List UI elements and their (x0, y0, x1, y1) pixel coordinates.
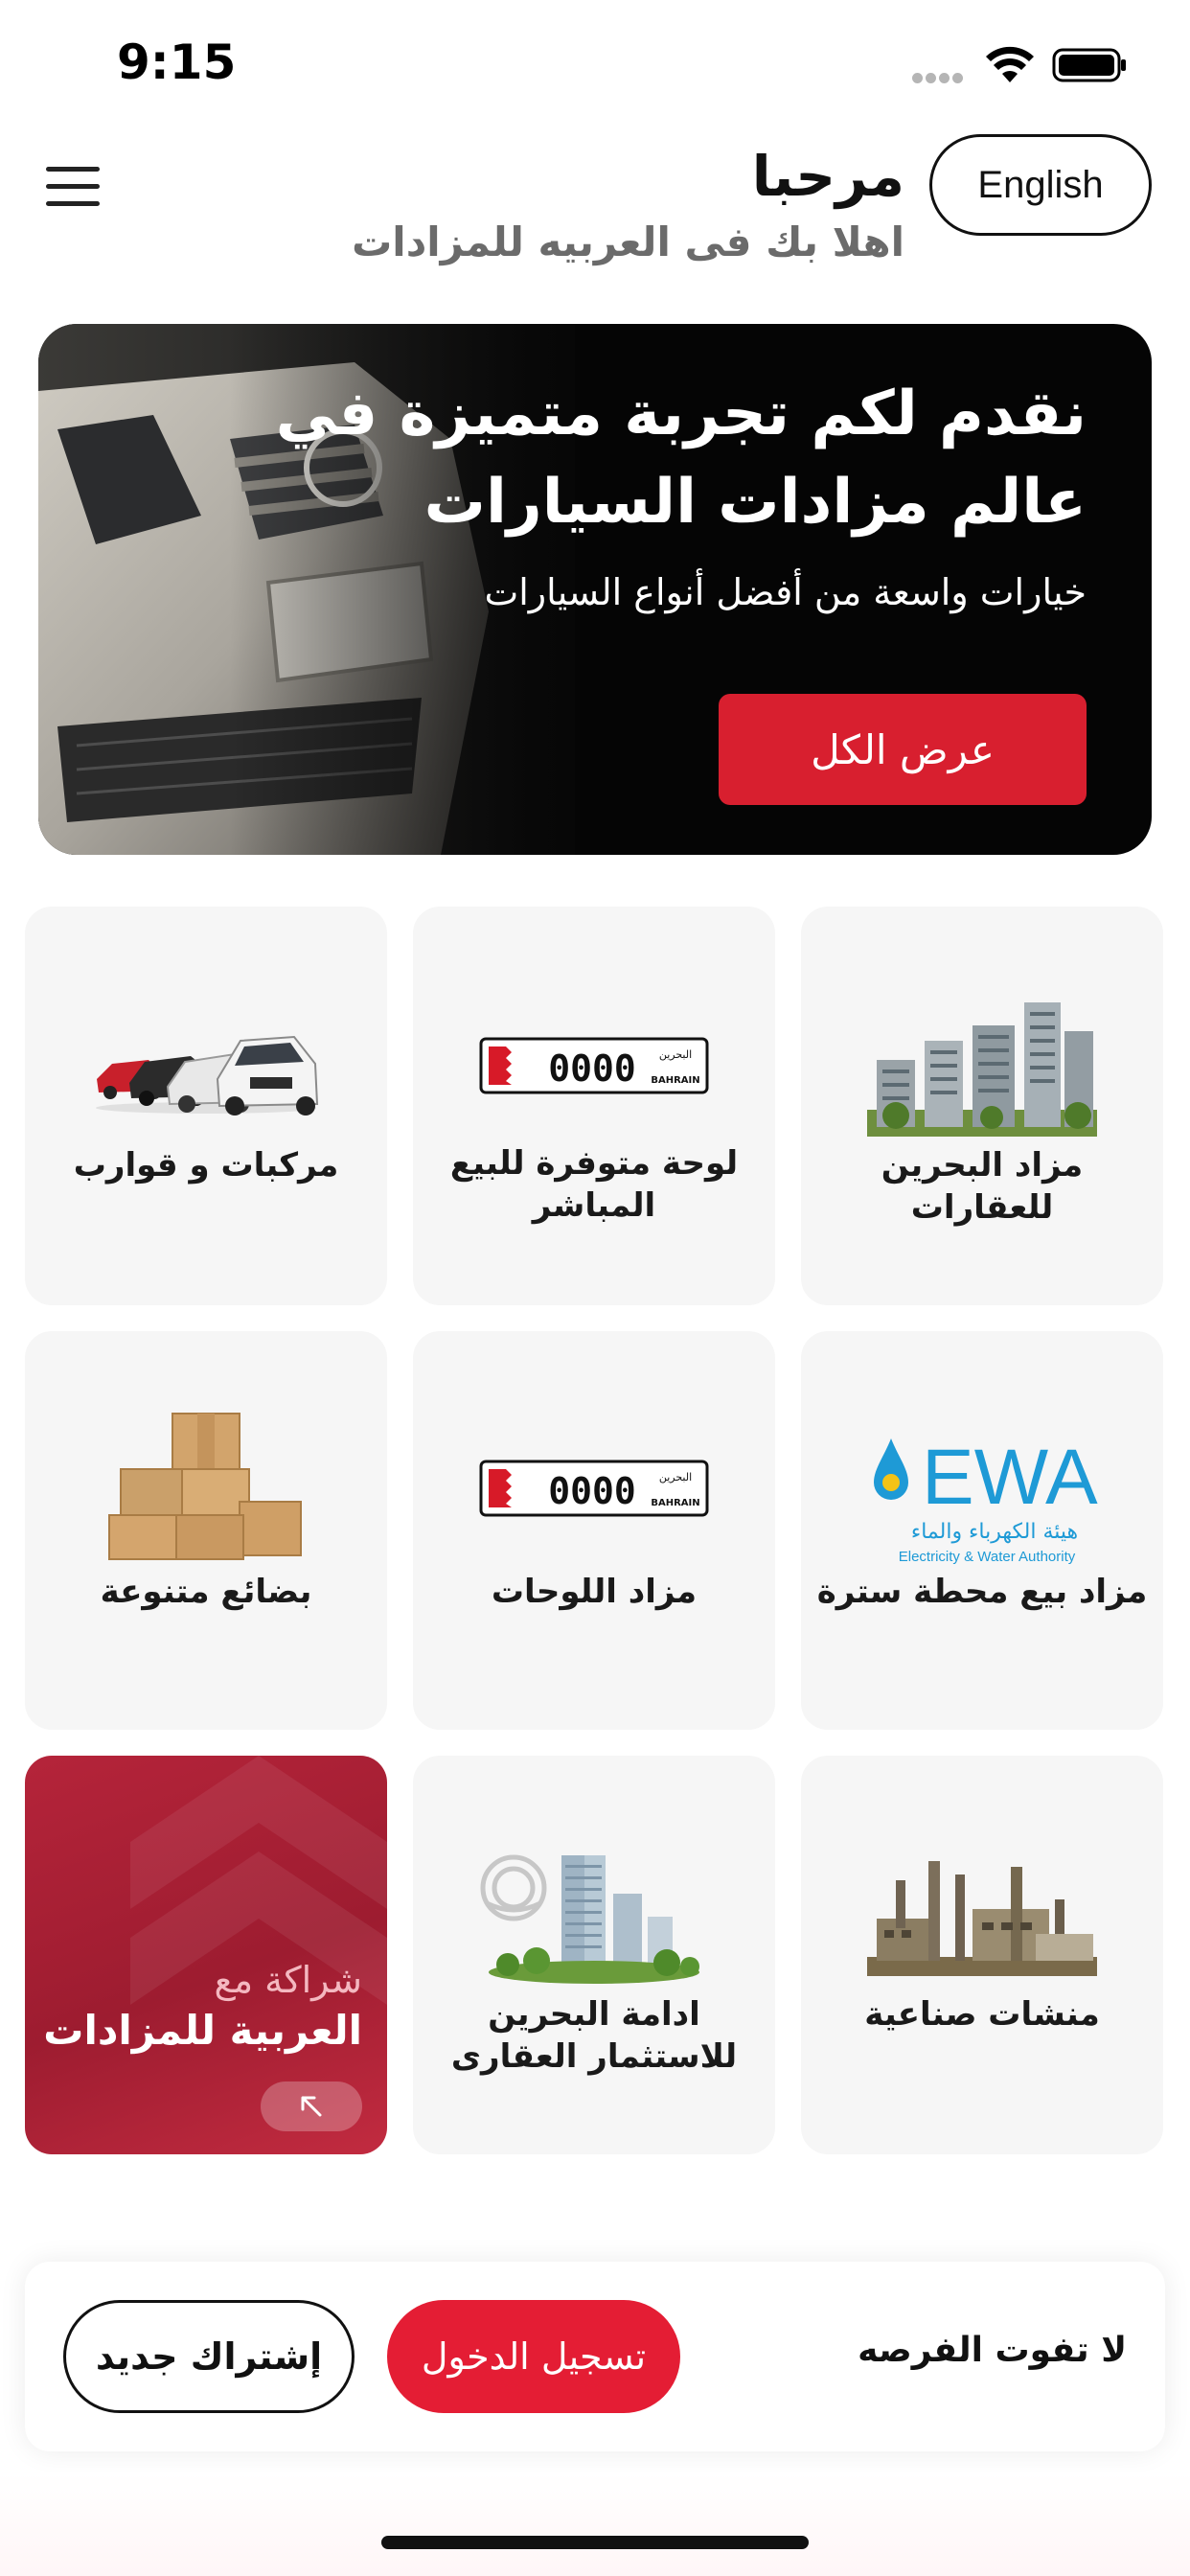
signal-icon (912, 69, 970, 83)
ewa-english: Electricity & Water Authority (899, 1549, 1076, 1565)
category-card-goods[interactable]: بضائع متنوعة (25, 1331, 387, 1730)
view-all-button[interactable]: عرض الكل (719, 694, 1087, 805)
page-title: مرحبا (751, 144, 904, 209)
category-label: منشات صناعية (864, 1995, 1100, 2034)
hero-banner: نقدم لكم تجربة متميزة في عالم مزادات الس… (38, 324, 1152, 855)
category-label: لوحة متوفرة للبيع المباشر (449, 1144, 739, 1225)
page-subtitle: اهلا بك فى العربيه للمزادات (352, 218, 904, 265)
category-card-edamah[interactable]: ادامة البحرين للاستثمار العقارى (413, 1756, 775, 2154)
ewa-brand: EWA (922, 1434, 1098, 1521)
category-label: ادامة البحرين للاستثمار العقارى (450, 1995, 738, 2076)
bottom-fade (0, 2472, 1190, 2576)
plate-country-ar: البحرين (659, 1471, 692, 1484)
category-card-plates-auction[interactable]: 0000 البحرين BAHRAIN مزاد اللوحات (413, 1331, 775, 1730)
partner-card[interactable]: شراكة مع العربية للمزادات (25, 1756, 387, 2154)
plate-number: 0000 (548, 1470, 636, 1512)
category-label: مزاد البحرين للعقارات (881, 1146, 1084, 1227)
dont-miss-text: لا تفوت الفرصه (858, 2331, 1127, 2370)
arrow-up-left-icon[interactable] (261, 2082, 362, 2131)
hamburger-menu-icon[interactable] (46, 167, 100, 211)
battery-icon (1052, 48, 1126, 82)
bottom-action-bar: لا تفوت الفرصه تسجيل الدخول إشتراك جديد (25, 2262, 1165, 2451)
category-label: مزاد اللوحات (491, 1573, 698, 1611)
boxes-icon (25, 1410, 387, 1563)
language-button[interactable]: English (929, 134, 1152, 236)
hero-title: نقدم لكم تجربة متميزة في عالم مزادات الس… (275, 379, 1087, 538)
status-bar: 9:15 (0, 0, 1190, 125)
category-grid: مزاد البحرين للعقارات 0000 البحرين BAHRA… (25, 907, 1165, 2154)
plate-country-en: BAHRAIN (651, 1075, 699, 1086)
category-card-sitra-station[interactable]: EWA هيئة الكهرباء والماء Electricity & W… (801, 1331, 1163, 1730)
plate-country-ar: البحرين (659, 1048, 692, 1061)
category-label: بضائع متنوعة (100, 1573, 312, 1611)
wifi-icon (986, 46, 1034, 82)
buildings-icon (801, 1002, 1163, 1137)
category-card-vehicles[interactable]: مركبات و قوارب (25, 907, 387, 1305)
category-label: مركبات و قوارب (73, 1146, 339, 1184)
license-plate-icon: 0000 البحرين BAHRAIN (413, 1460, 775, 1517)
cars-icon (25, 1020, 387, 1116)
factory-icon (801, 1861, 1163, 1976)
ewa-arabic: هيئة الكهرباء والماء (911, 1520, 1078, 1544)
plate-country-en: BAHRAIN (651, 1498, 699, 1508)
hero-subtitle: خيارات واسعة من أفضل أنواع السيارات (484, 571, 1087, 613)
tower-icon (413, 1850, 775, 1984)
license-plate-icon: 0000 البحرين BAHRAIN (413, 1037, 775, 1094)
signup-button[interactable]: إشتراك جديد (63, 2300, 355, 2413)
plate-number: 0000 (548, 1047, 636, 1090)
category-card-direct-plates[interactable]: 0000 البحرين BAHRAIN لوحة متوفرة للبيع ا… (413, 907, 775, 1305)
app-header: مرحبا اهلا بك فى العربيه للمزادات Englis… (0, 134, 1190, 278)
status-time: 9:15 (117, 34, 237, 90)
category-card-industrial[interactable]: منشات صناعية (801, 1756, 1163, 2154)
category-card-real-estate[interactable]: مزاد البحرين للعقارات (801, 907, 1163, 1305)
partner-line1: شراكة مع (214, 1959, 363, 2001)
login-button[interactable]: تسجيل الدخول (387, 2300, 680, 2413)
partner-line2: العربية للمزادات (43, 2007, 362, 2054)
home-indicator[interactable] (381, 2536, 809, 2549)
ewa-logo-icon: EWA هيئة الكهرباء والماء Electricity & W… (801, 1425, 1163, 1569)
category-label: مزاد بيع محطة سترة (816, 1573, 1148, 1611)
